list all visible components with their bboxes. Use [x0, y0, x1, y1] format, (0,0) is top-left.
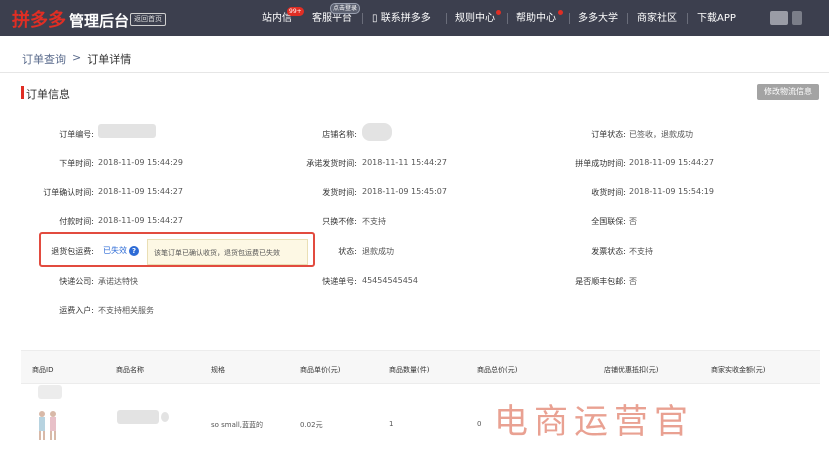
cell-spec: so small,蓝蓝的	[211, 421, 264, 429]
freight-value: 不支持相关服务	[98, 306, 154, 315]
freight-label: 运费入户:	[59, 306, 94, 315]
shop-name-value-redacted	[362, 123, 392, 141]
avatar[interactable]	[770, 11, 788, 25]
nav-customer-service[interactable]: 客服平台	[312, 12, 352, 26]
invoice-status-label: 发票状态:	[591, 247, 626, 256]
nav-divider	[446, 13, 447, 24]
order-status-value: 已签收，退款成功	[629, 130, 693, 139]
pay-time-value: 2018-11-09 15:44:27	[98, 216, 183, 225]
nav-divider	[507, 13, 508, 24]
product-thumbnail[interactable]	[36, 386, 60, 446]
top-nav-bar: 拼多多 管理后台 返回首页 站内信 99+ 客服平台 点击登录 ▯ 联系拼多多 …	[0, 0, 829, 36]
cell-total-price: 0	[477, 420, 482, 428]
invoice-status-value: 不支持	[629, 247, 653, 256]
order-no-label: 订单编号:	[59, 130, 94, 139]
edit-logistics-button[interactable]: 修改物流信息	[757, 84, 819, 100]
nav-contact[interactable]: ▯ 联系拼多多	[372, 12, 431, 26]
logo[interactable]: 拼多多 管理后台	[12, 6, 129, 32]
account-menu[interactable]	[792, 11, 802, 25]
ship-time-value: 2018-11-09 15:45:07	[362, 187, 447, 196]
ship-time-label: 发货时间:	[322, 188, 357, 197]
breadcrumb-order-query[interactable]: 订单查询	[22, 51, 66, 67]
express-company-value: 承诺达特快	[98, 277, 138, 286]
nav-contact-label: 联系拼多多	[380, 13, 431, 24]
section-title: 订单信息	[26, 88, 70, 101]
refund-status-label: 状态:	[338, 247, 357, 256]
col-spec: 规格	[211, 366, 225, 374]
return-insurance-tooltip: 该笔订单已确认收货，退货包运费已失效	[147, 239, 308, 265]
logo-admin-text: 管理后台	[69, 12, 130, 30]
receive-time-value: 2018-11-09 15:54:19	[629, 187, 714, 196]
nav-divider	[687, 13, 688, 24]
phone-icon: ▯	[372, 13, 378, 24]
watermark: 电商运营官	[494, 402, 694, 442]
breadcrumb: 订单查询 > 订单详情	[22, 51, 131, 67]
order-status-label: 订单状态:	[591, 130, 626, 139]
place-time-value: 2018-11-09 15:44:29	[98, 158, 183, 167]
service-login-badge: 点击登录	[330, 3, 361, 14]
express-company-label: 快递公司:	[59, 277, 94, 286]
nationwide-warranty-label: 全国联保:	[591, 217, 626, 226]
order-no-value-redacted	[98, 124, 156, 138]
col-quantity: 商品数量(件)	[389, 366, 430, 374]
confirm-time-value: 2018-11-09 15:44:27	[98, 187, 183, 196]
col-total-price: 商品总价(元)	[477, 366, 518, 374]
only-exchange-label: 只换不修:	[322, 217, 357, 226]
section-accent-bar	[21, 86, 24, 99]
group-time-value: 2018-11-09 15:44:27	[629, 158, 714, 167]
inbox-badge: 99+	[287, 7, 304, 16]
product-name-redacted	[161, 412, 169, 422]
only-exchange-value: 不支持	[362, 217, 386, 226]
col-merchant-received: 商家实收金额(元)	[711, 366, 766, 374]
receive-time-label: 收货时间:	[591, 188, 626, 197]
divider	[0, 72, 829, 73]
refund-status-value: 退款成功	[362, 247, 394, 256]
tracking-no-value: 45454545454	[362, 276, 418, 285]
logo-brand: 拼多多	[12, 10, 66, 31]
back-home-button[interactable]: 返回首页	[130, 13, 166, 26]
nav-rules[interactable]: 规则中心	[455, 12, 495, 26]
cell-quantity: 1	[389, 420, 394, 428]
product-table: 商品ID 商品名称 规格 商品单价(元) 商品数量(件) 商品总价(元) 店铺优…	[21, 350, 820, 465]
promise-ship-value: 2018-11-11 15:44:27	[362, 158, 447, 167]
nav-divider	[569, 13, 570, 24]
confirm-time-label: 订单确认时间:	[43, 188, 94, 197]
nav-university[interactable]: 多多大学	[578, 12, 618, 26]
nav-help[interactable]: 帮助中心	[516, 12, 556, 26]
nav-divider	[627, 13, 628, 24]
col-shop-discount: 店铺优惠抵扣(元)	[604, 366, 659, 374]
sf-free-shipping-value: 否	[629, 277, 637, 286]
sf-free-shipping-label: 是否顺丰包邮:	[575, 277, 626, 286]
nationwide-warranty-value: 否	[629, 217, 637, 226]
help-dot	[558, 10, 563, 15]
shop-name-label: 店铺名称:	[322, 130, 357, 139]
col-product-id: 商品ID	[32, 366, 54, 374]
pay-time-label: 付款时间:	[59, 217, 94, 226]
group-time-label: 拼单成功时间:	[575, 159, 626, 168]
col-product-name: 商品名称	[116, 366, 144, 374]
product-name-redacted	[117, 410, 159, 424]
nav-download[interactable]: 下载APP	[697, 12, 736, 26]
breadcrumb-current: 订单详情	[87, 53, 132, 66]
promise-ship-label: 承诺发货时间:	[306, 159, 357, 168]
place-time-label: 下单时间:	[59, 159, 94, 168]
tracking-no-label: 快递单号:	[322, 277, 357, 286]
cell-unit-price: 0.02元	[300, 421, 323, 429]
rules-dot	[496, 10, 501, 15]
table-header: 商品ID 商品名称 规格 商品单价(元) 商品数量(件) 商品总价(元) 店铺优…	[21, 350, 820, 384]
nav-divider	[362, 13, 363, 24]
nav-community[interactable]: 商家社区	[637, 12, 677, 26]
col-unit-price: 商品单价(元)	[300, 366, 341, 374]
breadcrumb-separator: >	[72, 51, 82, 64]
